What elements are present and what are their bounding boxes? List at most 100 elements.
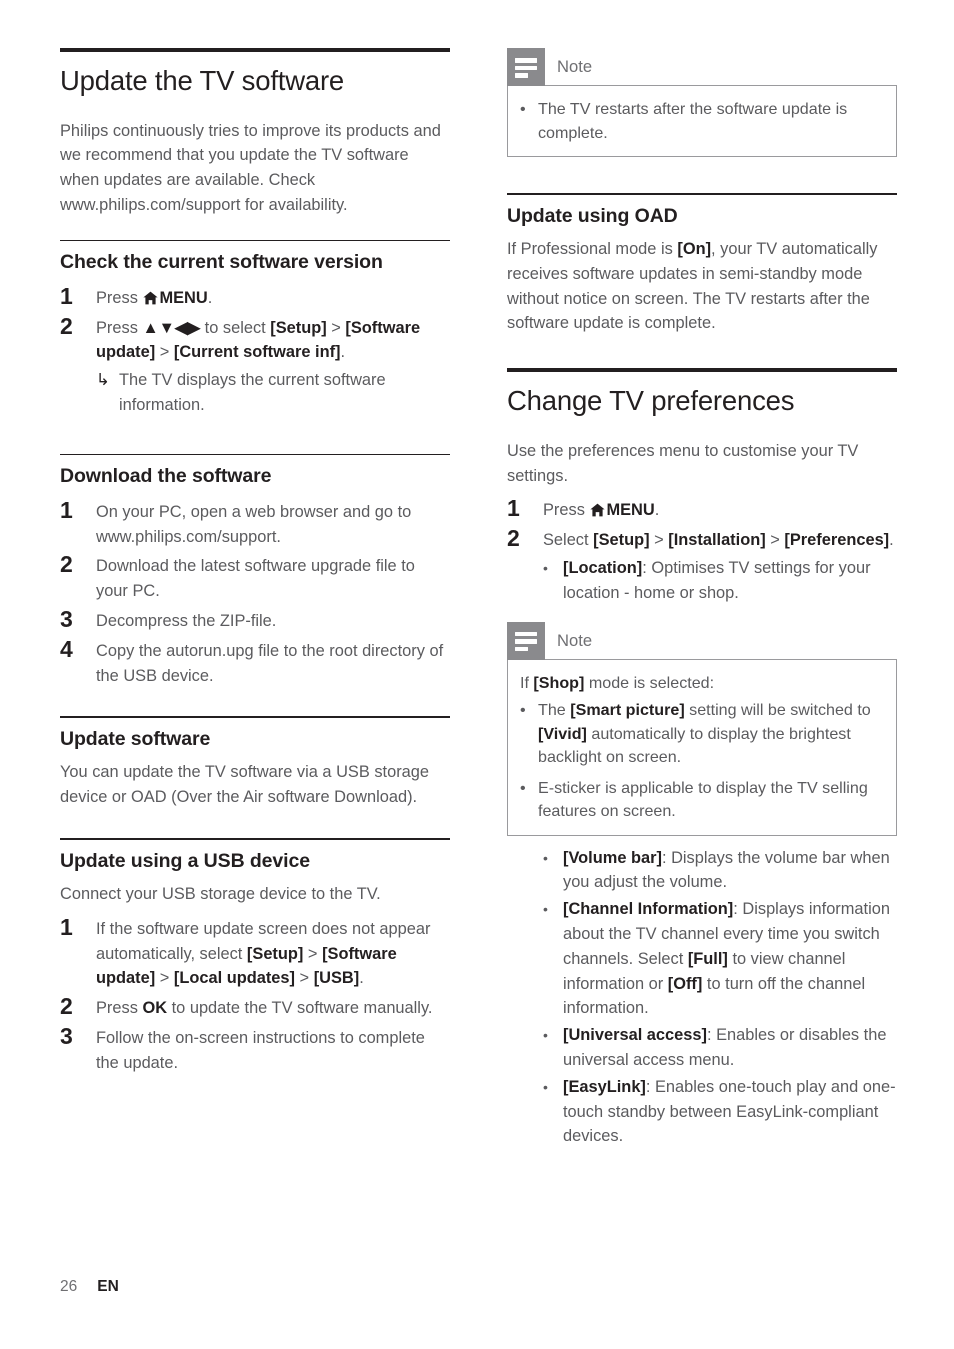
menu-path-usb: [USB] xyxy=(313,969,360,988)
step-text: Press OK to update the TV software manua… xyxy=(96,994,450,1021)
step-text: Select [Setup] > [Installation] > [Prefe… xyxy=(543,526,897,553)
list-item-text: The [Smart picture] setting will be swit… xyxy=(538,699,882,770)
menu-path-setup: [Setup] xyxy=(246,944,304,963)
left-column: Update the TV software Philips continuou… xyxy=(60,48,450,1089)
menu-path-preferences: [Preferences] xyxy=(784,531,890,550)
h1-rule-change-prefs xyxy=(507,368,897,373)
heading-update-oad: Update using OAD xyxy=(507,204,678,227)
step-number: 2 xyxy=(507,525,520,552)
note-icon xyxy=(507,621,545,660)
step-text: Follow the on-screen instructions to com… xyxy=(96,1028,425,1072)
section-rule-update-oad xyxy=(507,193,897,195)
step-text-end: . xyxy=(889,531,894,550)
menu-value-off: [Off] xyxy=(667,974,703,993)
step-number: 2 xyxy=(60,312,73,339)
menu-item-channel-information: [Channel Information] xyxy=(563,900,734,919)
step-text-pre: Press xyxy=(96,318,143,337)
sublist-location: • [Location]: Optimises TV settings for … xyxy=(507,556,897,606)
menu-item-location: [Location] xyxy=(563,558,643,577)
menu-value-vivid: [Vivid] xyxy=(538,724,587,743)
bullet-icon: • xyxy=(520,701,526,720)
section-rule-update-software xyxy=(60,716,450,718)
bullet-icon: • xyxy=(543,1027,548,1044)
step-text-pre: Press xyxy=(96,999,143,1018)
step-item: 1 If the software update screen does not… xyxy=(60,913,450,991)
note-icon xyxy=(507,48,545,86)
menu-path-installation: [Installation] xyxy=(668,531,766,550)
step-text-pre: Select xyxy=(543,531,594,550)
list-item-text: [Universal access]: Enables or disables … xyxy=(563,1023,897,1073)
menu-value-on: [On] xyxy=(677,239,712,258)
step-number: 1 xyxy=(60,282,73,309)
home-icon xyxy=(590,503,606,517)
list-item: • [Channel Information]: Displays inform… xyxy=(543,897,897,1021)
step-item: 4 Copy the autorun.upg file to the root … xyxy=(60,636,450,689)
menu-value-full: [Full] xyxy=(687,949,728,968)
h1-rule xyxy=(60,48,450,52)
page-title: Update the TV software xyxy=(60,65,345,96)
step-text: Decompress the ZIP-file. xyxy=(96,611,277,630)
list-item-text: [EasyLink]: Enables one-touch play and o… xyxy=(563,1075,897,1149)
step-item: 1 Press MENU. xyxy=(60,282,450,311)
path-separator: > xyxy=(155,343,174,362)
note-header: Note xyxy=(507,621,897,660)
bullet-icon: • xyxy=(543,559,548,576)
step-text: If the software update screen does not a… xyxy=(96,915,450,991)
menu-value-shop: [Shop] xyxy=(533,673,585,692)
note-body: If [Shop] mode is selected: • The [Smart… xyxy=(507,658,897,836)
section-rule-update-usb xyxy=(60,837,450,840)
path-separator: > xyxy=(295,969,314,988)
step-text: On your PC, open a web browser and go to… xyxy=(96,502,412,546)
step-text-pre: Press xyxy=(96,288,143,307)
result-text: The TV displays the current software inf… xyxy=(119,371,386,414)
note-lead-text: If [Shop] mode is selected: xyxy=(520,672,882,696)
step-number: 1 xyxy=(60,913,73,940)
page-footer: 26 EN xyxy=(60,1278,119,1296)
step-text-post: . xyxy=(207,288,213,307)
section-rule-download xyxy=(60,453,450,456)
path-separator: > xyxy=(326,318,346,337)
list-item: • [Universal access]: Enables or disable… xyxy=(543,1023,897,1073)
bullet-icon: • xyxy=(543,1078,548,1095)
menu-path-local-updates: [Local updates] xyxy=(173,969,295,988)
steps-check-version: 1 Press MENU. 2 Press ▲▼◀▶ to select [Se… xyxy=(60,282,450,418)
list-item: • [Volume bar]: Displays the volume bar … xyxy=(543,846,897,896)
menu-path-current-software-inf: [Current software inf] xyxy=(173,343,341,362)
step-number: 3 xyxy=(60,605,73,632)
menu-label: MENU xyxy=(606,501,655,520)
menu-item-smart-picture: [Smart picture] xyxy=(570,701,685,720)
list-item-text: The TV restarts after the software updat… xyxy=(538,100,848,142)
bullet-icon: • xyxy=(543,901,548,918)
path-separator: > xyxy=(765,531,785,550)
text-a: The xyxy=(538,701,571,720)
list-item: • [Location]: Optimises TV settings for … xyxy=(543,556,897,606)
step-number: 1 xyxy=(507,495,520,522)
step-text-post: to update the TV software manually. xyxy=(167,999,433,1018)
path-separator: > xyxy=(303,944,323,963)
section-title-change-preferences: Change TV preferences xyxy=(507,385,795,417)
menu-label: MENU xyxy=(159,288,208,307)
note-body: • The TV restarts after the software upd… xyxy=(507,85,897,157)
step-text: Copy the autorun.upg file to the root di… xyxy=(96,641,444,685)
list-item-text: [Volume bar]: Displays the volume bar wh… xyxy=(563,846,897,896)
note-title: Note xyxy=(557,57,593,76)
step-item: 1 Press MENU. xyxy=(507,496,897,523)
list-item: • [EasyLink]: Enables one-touch play and… xyxy=(543,1075,897,1149)
steps-update-usb: 1 If the software update screen does not… xyxy=(60,913,450,1076)
step-number: 2 xyxy=(60,993,73,1020)
menu-item-universal-access: [Universal access] xyxy=(563,1026,707,1045)
step-item: 3 Follow the on-screen instructions to c… xyxy=(60,1023,450,1076)
steps-change-prefs: 1 Press MENU. 2 Select [Setup] > [Instal… xyxy=(507,496,897,605)
update-software-text: You can update the TV software via a USB… xyxy=(60,763,430,807)
heading-update-software: Update software xyxy=(60,727,211,750)
list-item-text: E-sticker is applicable to display the T… xyxy=(538,778,868,821)
step-number: 1 xyxy=(60,496,73,523)
note-box-shop-mode: Note If [Shop] mode is selected: • The [… xyxy=(507,621,897,836)
steps-download: 1 On your PC, open a web browser and go … xyxy=(60,496,450,689)
menu-item-volume-bar: [Volume bar] xyxy=(563,848,662,867)
step-text: Press ▲▼◀▶ to select [Setup] > [Software… xyxy=(96,314,450,366)
manual-page: Update the TV software Philips continuou… xyxy=(0,0,954,1349)
home-icon xyxy=(143,291,159,305)
change-prefs-intro: Use the preferences menu to customise yo… xyxy=(507,441,859,485)
note-box-restart: Note • The TV restarts after the softwar… xyxy=(507,48,897,157)
